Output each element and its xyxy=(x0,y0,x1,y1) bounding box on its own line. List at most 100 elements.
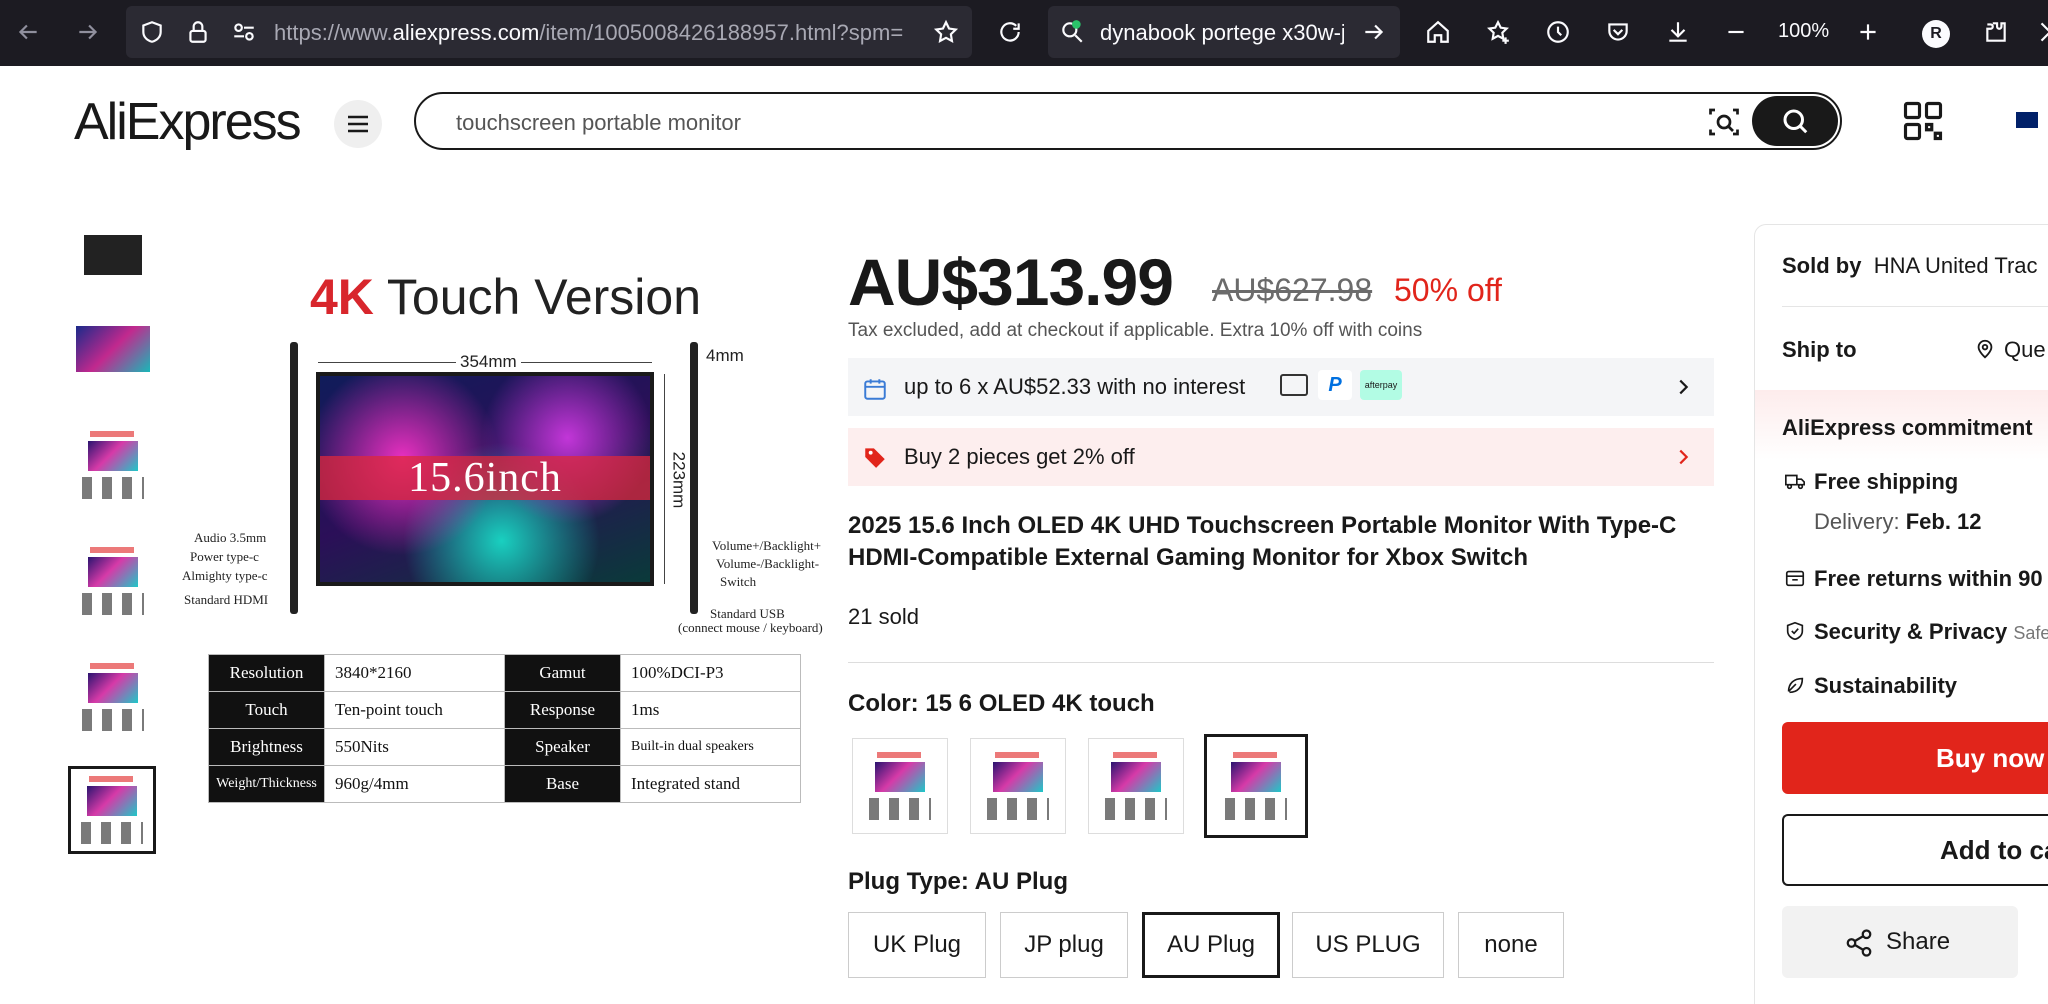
zoom-in-icon[interactable] xyxy=(1848,12,1888,52)
image-search-icon[interactable] xyxy=(1706,104,1742,140)
divider xyxy=(1782,306,2048,307)
image-title: 4K Touch Version xyxy=(310,269,701,325)
overflow-icon[interactable] xyxy=(2028,12,2048,52)
sold-by-row[interactable]: Sold by HNA United Trac xyxy=(1782,253,2038,279)
gallery-thumb-5[interactable] xyxy=(70,654,156,740)
screen-size-label: 15.6inch xyxy=(320,456,650,500)
color-option-4[interactable] xyxy=(1204,734,1308,838)
history-icon[interactable] xyxy=(1538,12,1578,52)
reload-icon[interactable] xyxy=(990,12,1030,52)
spec-row: Touch Ten-point touch Response 1ms xyxy=(208,691,801,729)
port-label: Volume-/Backlight- xyxy=(716,556,820,571)
color-option-3[interactable] xyxy=(1088,738,1184,834)
zoom-level[interactable]: 100% xyxy=(1778,20,1829,43)
buy-now-button[interactable]: Buy now xyxy=(1782,722,2048,794)
spec-row: Brightness 550Nits Speaker Built-in dual sp… xyxy=(208,728,801,766)
spec-value: 3840*2160 xyxy=(324,654,505,692)
site-search-button[interactable] xyxy=(1752,96,1838,146)
spec-value: Integrated stand xyxy=(620,765,801,803)
spec-key: Gamut xyxy=(504,654,621,692)
search-icon xyxy=(1783,109,1808,134)
home-icon[interactable] xyxy=(1418,12,1458,52)
pocket-icon[interactable] xyxy=(1598,12,1638,52)
extensions-icon[interactable] xyxy=(1976,12,2016,52)
divider xyxy=(848,662,1714,663)
spec-key: Brightness xyxy=(208,728,325,766)
plug-option-us[interactable]: US PLUG xyxy=(1292,912,1444,978)
bookmark-star-icon[interactable] xyxy=(926,12,966,52)
shield-icon[interactable] xyxy=(132,12,172,52)
thumb-image xyxy=(84,235,142,275)
plug-option-jp[interactable]: JP plug xyxy=(1000,912,1128,978)
plug-option-uk[interactable]: UK Plug xyxy=(848,912,986,978)
qr-code-icon[interactable] xyxy=(1902,100,1944,142)
height-dimension: 223mm xyxy=(668,451,689,509)
usb-note: (connect mouse / keyboard) xyxy=(678,620,823,635)
lock-icon[interactable] xyxy=(178,12,218,52)
spec-key: Touch xyxy=(208,691,325,729)
installment-banner[interactable]: up to 6 x AU$52.33 with no interest P af… xyxy=(848,358,1714,416)
color-swatch-image xyxy=(1099,748,1173,824)
color-option-2[interactable] xyxy=(970,738,1066,834)
monitor-graphic: 15.6inch xyxy=(316,372,654,586)
ship-to-value[interactable]: Que xyxy=(2004,337,2046,363)
add-to-cart-button[interactable]: Add to cart xyxy=(1782,814,2048,886)
truck-icon xyxy=(1785,474,1805,490)
color-swatch-image xyxy=(1219,748,1293,824)
aliexpress-logo[interactable]: AliExpress xyxy=(74,92,302,152)
spec-row: Weight/Thickness 960g/4mm Base Integrated s… xyxy=(208,765,801,803)
spec-key: Resolution xyxy=(208,654,325,692)
search-engine-icon[interactable] xyxy=(1052,12,1092,52)
port-label: Standard HDMI xyxy=(184,592,269,607)
chevron-right-icon xyxy=(1679,449,1689,465)
permissions-icon[interactable] xyxy=(224,12,264,52)
plug-option-au[interactable]: AU Plug xyxy=(1142,912,1280,978)
zoom-out-icon[interactable] xyxy=(1716,12,1756,52)
afterpay-logo: afterpay xyxy=(1360,370,1402,400)
gallery-thumb-1[interactable] xyxy=(70,212,156,298)
security-privacy[interactable]: Security & Privacy Safe xyxy=(1814,619,2048,645)
browser-search-query[interactable]: dynabook portege x30w-j xyxy=(1100,20,1344,46)
plug-option-none[interactable]: none xyxy=(1458,912,1564,978)
site-search-box[interactable]: touchscreen portable monitor xyxy=(414,92,1842,150)
gallery-thumb-4[interactable] xyxy=(70,538,156,624)
site-search-input[interactable]: touchscreen portable monitor xyxy=(456,110,741,136)
thumb-image xyxy=(76,543,150,619)
product-title: 2025 15.6 Inch OLED 4K UHD Touchscreen P… xyxy=(848,512,1677,571)
downloads-icon[interactable] xyxy=(1658,12,1698,52)
color-option-1[interactable] xyxy=(852,738,948,834)
promo-text: Buy 2 pieces get 2% off xyxy=(904,444,1135,469)
back-icon[interactable] xyxy=(8,12,48,52)
ship-to-label: Ship to xyxy=(1782,337,1857,362)
share-button[interactable]: Share xyxy=(1782,906,2018,978)
thumb-image xyxy=(76,427,150,503)
profile-avatar[interactable]: R xyxy=(1922,20,1950,48)
tax-note: Tax excluded, add at checkout if applica… xyxy=(848,320,1423,341)
sustainability[interactable]: Sustainability xyxy=(1814,673,1957,699)
spec-value: 1ms xyxy=(620,691,801,729)
browser-search-bar[interactable]: dynabook portege x30w-j xyxy=(1048,6,1400,58)
spec-table: Resolution 3840*2160 Gamut 100%DCI-P3 Touch… xyxy=(208,654,801,803)
installment-text: up to 6 x AU$52.33 with no interest xyxy=(904,374,1246,399)
gallery-thumb-3[interactable] xyxy=(70,422,156,508)
security-shield-icon xyxy=(1786,621,1804,641)
free-returns[interactable]: Free returns within 90 xyxy=(1814,566,2043,592)
spec-key: Weight/Thickness xyxy=(208,765,325,803)
spec-row: Resolution 3840*2160 Gamut 100%DCI-P3 xyxy=(208,654,801,692)
port-label: Switch xyxy=(720,574,757,589)
thumb-image xyxy=(75,772,149,848)
port-label: Audio 3.5mm xyxy=(194,530,267,545)
address-bar[interactable]: https://www.aliexpress.com/item/10050084… xyxy=(126,6,972,58)
go-arrow-icon[interactable] xyxy=(1354,12,1394,52)
spec-key: Base xyxy=(504,765,621,803)
promo-banner[interactable]: Buy 2 pieces get 2% off xyxy=(848,428,1714,486)
gallery-thumb-6[interactable] xyxy=(68,766,156,854)
gallery-thumb-2[interactable] xyxy=(70,306,156,392)
forward-icon[interactable] xyxy=(68,12,108,52)
paypal-icon: P xyxy=(1318,370,1352,400)
category-menu-button[interactable] xyxy=(334,100,382,148)
bookmarks-icon[interactable] xyxy=(1478,12,1518,52)
australia-flag-icon[interactable] xyxy=(2016,112,2038,128)
width-dimension: 354mm xyxy=(456,352,521,372)
browser-toolbar: https://www.aliexpress.com/item/10050084… xyxy=(0,0,2048,66)
